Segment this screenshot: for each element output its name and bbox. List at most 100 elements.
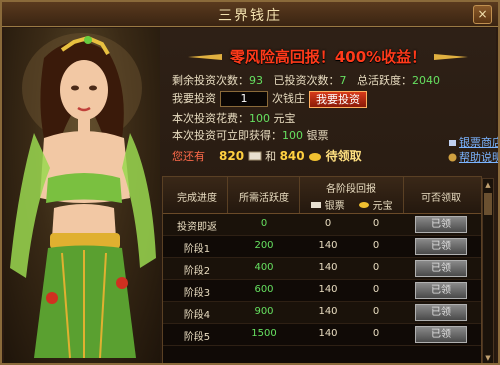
header-yuanbao: 元宝: [351, 197, 401, 212]
table-row: 投资即返 0 0 0 已领: [163, 214, 481, 236]
yuanbao-cell: 0: [372, 240, 380, 251]
close-button[interactable]: ×: [473, 5, 492, 24]
stage-cell: 投资即返: [177, 222, 217, 233]
owned-label: 您还有: [172, 150, 205, 163]
table-row: 阶段3 600 140 0 已领: [163, 280, 481, 302]
header-activity: 所需活跃度: [239, 193, 289, 204]
total-activity-value: 2040: [412, 74, 440, 87]
help-link-label: 帮助说明: [459, 151, 500, 164]
activity-cell: 400: [254, 262, 274, 273]
header-returns: 各阶段回报: [326, 184, 376, 195]
table-body: 投资即返 0 0 0 已领 阶段1 200 140 0 已领 阶段2 400 1…: [163, 214, 481, 363]
gain-label: 本次投资可立即获得：: [172, 129, 282, 142]
shop-link[interactable]: 银票商店: [448, 134, 500, 150]
character-illustration: [10, 33, 156, 359]
character-portrait: [4, 28, 160, 363]
scroll-up-icon[interactable]: ▲: [484, 180, 492, 190]
yinpiao-cell: 0: [324, 218, 332, 229]
yuanbao-cell: 0: [372, 284, 380, 295]
banner-text: 零风险高回报！400%收益！: [229, 48, 427, 66]
table-row: 阶段5 1500 140 0 已领: [163, 324, 481, 346]
table-row: 阶段4 900 140 0 已领: [163, 302, 481, 324]
yinpiao-cell: 140: [318, 240, 338, 251]
remaining-value: 93: [249, 74, 263, 87]
claim-button[interactable]: 已领: [415, 238, 467, 255]
yinpiao-cell: 140: [318, 306, 338, 317]
header-yinpiao-label: 银票: [324, 201, 345, 212]
shop-icon: [449, 140, 456, 146]
header-yinpiao: 银票: [303, 197, 353, 212]
header-divider: [403, 177, 404, 213]
shop-link-label: 银票商店: [459, 136, 500, 149]
header-divider: [227, 177, 228, 213]
header-progress: 完成进度: [177, 193, 217, 204]
header-claim: 可否领取: [421, 193, 461, 204]
cost-row: 本次投资花费：100 元宝: [172, 110, 296, 126]
activity-cell: 1500: [251, 328, 277, 339]
invested-value: 7: [339, 74, 347, 87]
cost-value: 100: [249, 112, 270, 125]
stage-cell: 阶段2: [183, 266, 211, 277]
right-wing-ornament: [434, 54, 468, 60]
stage-cell: 阶段1: [183, 244, 211, 255]
header-yuanbao-label: 元宝: [372, 201, 393, 212]
table-header: 完成进度 所需活跃度 各阶段回报 银票 元宝 可否领取: [163, 177, 481, 214]
cost-unit: 元宝: [273, 112, 296, 125]
claim-button[interactable]: 已领: [415, 216, 467, 233]
total-activity-label: 总活跃度：: [357, 74, 412, 87]
invest-button[interactable]: 我要投资: [309, 90, 367, 108]
claim-button[interactable]: 已领: [415, 282, 467, 299]
yinpiao-cell: 140: [318, 284, 338, 295]
gain-value: 100: [282, 129, 303, 142]
activity-cell: 0: [260, 218, 268, 229]
claim-button[interactable]: 已领: [415, 326, 467, 343]
scroll-thumb[interactable]: [484, 193, 492, 215]
bank-content: 零风险高回报！400%收益！ 剩余投资次数：93 已投资次数：7 总活跃度：20…: [160, 28, 498, 363]
activity-cell: 200: [254, 240, 274, 251]
activity-cell: 900: [254, 306, 274, 317]
stage-cell: 阶段4: [183, 310, 211, 321]
cost-label: 本次投资花费：: [172, 112, 249, 125]
left-wing-ornament: [188, 54, 222, 60]
header-divider: [299, 177, 300, 213]
stats-row: 剩余投资次数：93 已投资次数：7 总活跃度：2040: [172, 72, 440, 88]
claim-button[interactable]: 已领: [415, 260, 467, 277]
yuanbao-icon: [359, 202, 370, 208]
invest-unit: 次钱庄: [272, 92, 305, 105]
scroll-down-icon[interactable]: ▼: [484, 353, 492, 363]
yinpiao-cell: 140: [318, 328, 338, 339]
owned-yuanbao-value: 840: [279, 149, 305, 163]
gain-unit: 银票: [306, 129, 329, 142]
table-row: 阶段2 400 140 0 已领: [163, 258, 481, 280]
table-row: 阶段1 200 140 0 已领: [163, 236, 481, 258]
invest-label: 我要投资: [172, 92, 216, 105]
owned-yinpiao-value: 820: [219, 149, 245, 163]
promo-banner: 零风险高回报！400%收益！: [188, 46, 468, 68]
remaining-label: 剩余投资次数：: [172, 74, 249, 87]
invest-count-input[interactable]: 1: [220, 91, 268, 107]
yinpiao-cell: 140: [318, 262, 338, 273]
yuanbao-cell: 0: [372, 328, 380, 339]
gain-row: 本次投资可立即获得：100 银票: [172, 127, 329, 143]
stage-cell: 阶段3: [183, 288, 211, 299]
stage-table: 完成进度 所需活跃度 各阶段回报 银票 元宝 可否领取 投资即返 0 0 0 已…: [162, 176, 482, 363]
yuanbao-icon: [309, 153, 322, 161]
table-scrollbar[interactable]: ▲ ▼: [482, 178, 494, 363]
help-icon: [448, 153, 457, 162]
invest-row: 我要投资 1 次钱庄 我要投资: [172, 90, 367, 108]
title-bar: 三界钱庄 ×: [2, 2, 498, 27]
owned-row: 您还有 820 和 840 待领取: [172, 147, 362, 164]
yuanbao-cell: 0: [372, 218, 380, 229]
yinpiao-icon: [311, 202, 322, 208]
stage-cell: 阶段5: [183, 332, 211, 343]
yinpiao-icon: [248, 151, 262, 161]
claim-button[interactable]: 已领: [415, 304, 467, 321]
yuanbao-cell: 0: [372, 262, 380, 273]
bank-window: 三界钱庄 × 零风险高回报！400%收益！ 剩余投资次数：93 已投资次数：7 …: [0, 0, 500, 365]
help-link[interactable]: 帮助说明: [448, 149, 500, 165]
activity-cell: 600: [254, 284, 274, 295]
invested-label: 已投资次数：: [273, 74, 340, 87]
pending-label: 待领取: [325, 149, 362, 163]
yuanbao-cell: 0: [372, 306, 380, 317]
window-title: 三界钱庄: [218, 8, 282, 24]
